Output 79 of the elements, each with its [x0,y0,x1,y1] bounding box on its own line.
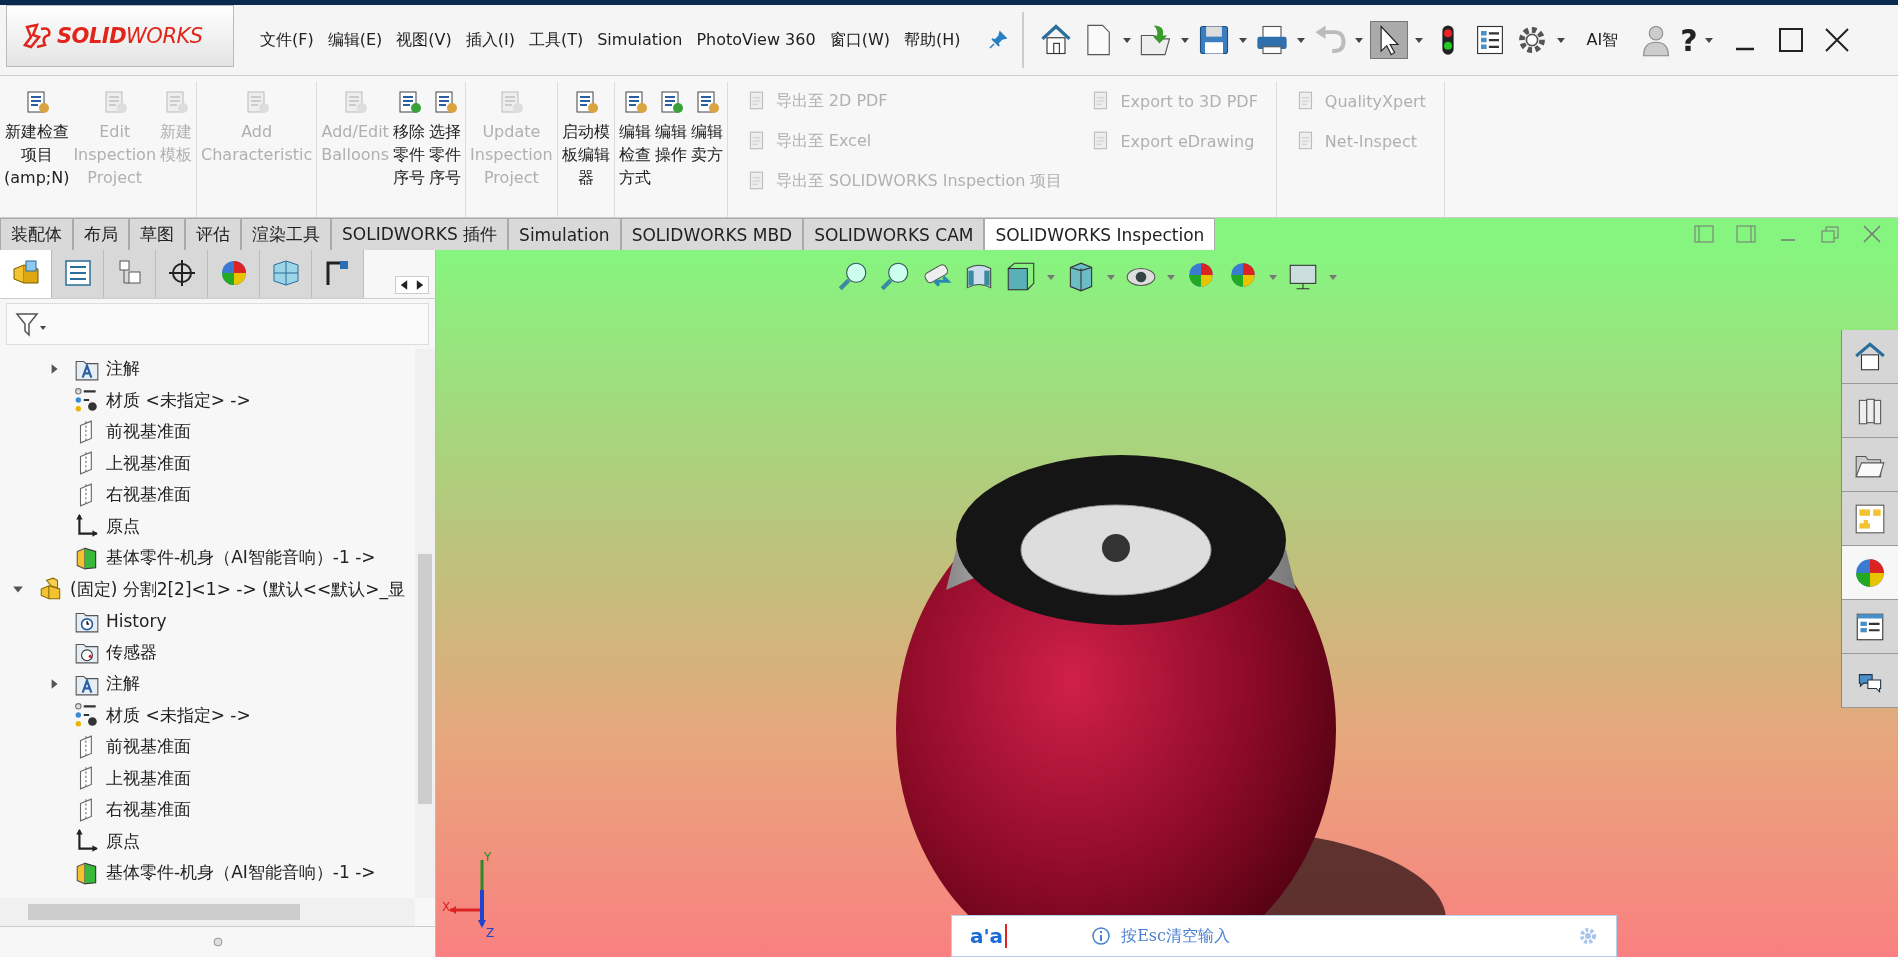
caret-icon[interactable] [1414,35,1425,45]
tree-item[interactable]: 基体零件-机身（AI智能音响）-1 -> [106,546,376,570]
tree-item[interactable]: 前视基准面 [106,420,191,444]
tile-right-icon[interactable] [1734,222,1758,246]
material-icon [74,702,100,729]
ribbon-tab[interactable]: 渲染工具 [241,218,331,250]
feature-tree-icon[interactable] [0,250,52,298]
menu-item[interactable]: 插入(I) [465,29,515,51]
ribbon-button[interactable]: 移除零件序号 [391,82,428,217]
origin-icon [74,828,100,855]
tree-item[interactable]: 基体零件-机身（AI智能音响）-1 -> [106,861,376,885]
ds-logo-icon [23,23,53,49]
caret-icon[interactable] [1354,35,1365,45]
splitter-handle-icon[interactable] [212,937,223,947]
vertical-scrollbar[interactable] [415,349,435,898]
ribbon-tab[interactable]: 评估 [185,218,241,250]
tree-item[interactable]: 上视基准面 [106,451,191,475]
tree-item[interactable]: 传感器 [106,640,157,664]
ribbon-button[interactable]: 选择零件序号 [427,82,464,217]
tree-item[interactable]: 原点 [106,829,140,853]
ribbon-tab[interactable]: Simulation [508,218,621,250]
tile-left-icon[interactable] [1692,222,1716,246]
menu-item[interactable]: 文件(F) [260,29,314,51]
caret-icon[interactable] [1238,35,1249,45]
tree-item[interactable]: 右视基准面 [106,798,191,822]
filter-icon[interactable] [15,311,47,337]
material-icon [74,387,100,414]
ime-composition-text: a'a [970,924,1004,948]
menu-item[interactable]: 帮助(H) [903,29,961,51]
caret-icon[interactable] [1122,35,1133,45]
help-button[interactable]: ? [1680,22,1698,58]
logo-wordmark: SOLIDWORKS [57,24,203,48]
ribbon-tab[interactable]: SOLIDWORKS Inspection [984,218,1216,250]
origin-icon [74,513,100,540]
tree-item[interactable]: 注解 [106,357,140,381]
ime-hint: 按Esc清空输入 [1121,925,1230,947]
tree-item[interactable]: History [106,610,167,631]
text-cursor [1005,924,1008,948]
menu-item[interactable]: 窗口(W) [829,29,890,51]
ribbon-button[interactable]: 编辑检查方式 [616,82,653,217]
ribbon-tab[interactable]: 布局 [73,218,129,250]
pin-icon[interactable] [988,30,1009,50]
solidworks-logo[interactable]: SOLIDWORKS [6,5,234,67]
info-icon [1091,926,1112,946]
tree-item[interactable]: 上视基准面 [106,766,191,790]
tree-item[interactable]: 原点 [106,514,140,538]
caret-icon[interactable] [1180,35,1191,45]
property-list-icon[interactable] [52,250,104,298]
ribbon-tab[interactable]: SOLIDWORKS MBD [620,218,804,250]
caret-icon[interactable] [1296,35,1307,45]
caret-icon[interactable] [1703,35,1714,45]
axis-label: Y [484,850,492,864]
ribbon-tab[interactable]: 草图 [129,218,185,250]
menu-item[interactable]: 编辑(E) [327,29,383,51]
ribbon-button[interactable]: 编辑卖方 [688,82,725,217]
axis-label: Z [486,926,495,940]
ribbon-tab[interactable]: SOLIDWORKS CAM [803,218,985,250]
tree-item[interactable]: 前视基准面 [106,735,191,759]
ai-button[interactable]: AI智 [1586,29,1619,51]
ime-input-bar[interactable]: a'a 按Esc清空输入 [951,915,1617,957]
tree-item[interactable]: 右视基准面 [106,483,191,507]
cam-icon[interactable] [312,250,364,298]
target-icon[interactable] [156,250,208,298]
ribbon-tab[interactable]: 装配体 [0,218,73,250]
tree-item[interactable]: (固定) 分割2[2]<1> -> (默认<<默认>_显 [70,577,405,601]
tree-item[interactable]: 材质 <未指定> -> [106,703,251,727]
menu-item[interactable]: Simulation [597,29,683,51]
menu-item[interactable]: 工具(T) [528,29,584,51]
ribbon-button[interactable]: 新建检查项目(amp;N) [2,82,72,217]
tree-item[interactable]: 注解 [106,672,140,696]
menu-item[interactable]: PhotoView 360 [696,29,816,51]
tree-item[interactable]: 材质 <未指定> -> [106,388,251,412]
axis-label: X [442,900,451,914]
horizontal-scrollbar[interactable] [0,898,415,926]
ribbon-button[interactable]: 编辑操作 [652,82,689,217]
menu-item[interactable]: 视图(V) [396,29,452,51]
ribbon-button[interactable]: 启动模板编辑器 [559,82,612,217]
ribbon-tab[interactable]: SOLIDWORKS 插件 [331,218,509,250]
caret-icon[interactable] [1556,35,1567,45]
